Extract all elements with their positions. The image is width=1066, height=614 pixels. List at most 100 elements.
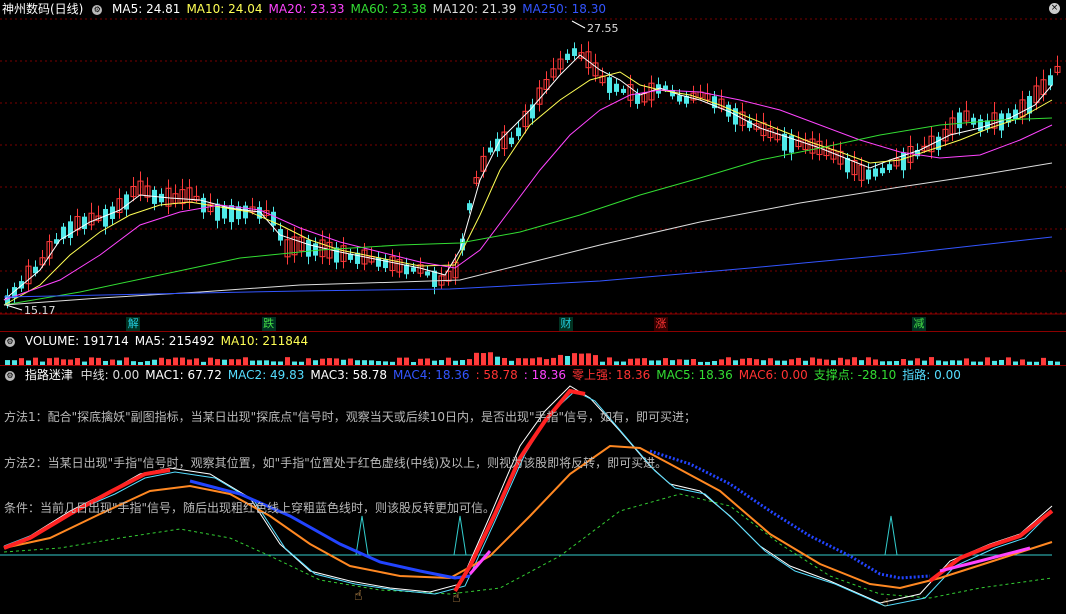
candle-body — [957, 112, 962, 129]
candle-body — [82, 216, 87, 230]
volume-bar — [915, 358, 920, 365]
volume-bar — [19, 358, 24, 365]
volume-bar — [929, 357, 934, 365]
volume-bar — [579, 353, 584, 365]
volume-bar — [187, 359, 192, 365]
volume-bar — [68, 359, 73, 365]
volume-bar — [145, 361, 150, 365]
volume-bar — [621, 361, 626, 365]
volume-bar — [824, 359, 829, 365]
volume-bar — [523, 358, 528, 365]
volume-bar — [873, 359, 878, 365]
volume-bar — [971, 361, 976, 365]
volume-bar — [593, 355, 598, 365]
volume-bar — [229, 359, 234, 365]
volume-bar — [530, 358, 535, 365]
indicator-chart[interactable] — [0, 366, 1066, 614]
volume-bar — [194, 358, 199, 365]
volume-bar — [551, 357, 556, 365]
volume-bar — [544, 359, 549, 365]
volume-bar — [411, 361, 416, 365]
volume-bar — [831, 360, 836, 365]
gear-icon[interactable]: ⚙ — [5, 370, 15, 381]
volume-bar — [1027, 361, 1032, 365]
volume-bar — [978, 361, 983, 365]
volume-bar — [439, 360, 444, 365]
volume-legend: VOLUME: 191714 MA5: 215492 MA10: 211844 — [25, 334, 314, 348]
indicator-legend-item-7: 零上强: 18.36 — [572, 368, 651, 382]
candle-body — [887, 164, 892, 171]
price-panel[interactable]: 神州数码(日线) ⚙ MA5: 24.81 MA10: 24.04 MA20: 23… — [0, 0, 1066, 332]
volume-bar — [992, 360, 997, 365]
volume-bar — [313, 360, 318, 365]
method-2-note: 方法2：当某日出现"手指"信号时，观察其位置，如"手指"位置处于红色虚线(中线)… — [4, 456, 668, 470]
volume-bar — [663, 358, 668, 365]
close-icon[interactable]: × — [1049, 3, 1060, 14]
condition-note: 条件：当前几日出现"手指"信号，随后出现粗红色线上穿粗蓝色线时，则该股反转更加可… — [4, 501, 496, 515]
volume-bar — [859, 360, 864, 365]
volume-bar — [642, 358, 647, 365]
volume-bar — [943, 361, 948, 365]
candle-body — [236, 206, 241, 220]
volume-bar — [691, 358, 696, 365]
volume-bar — [208, 357, 213, 365]
volume-bar — [390, 361, 395, 365]
volume-bar — [103, 360, 108, 365]
volume-bar — [96, 357, 101, 365]
volume-bar — [75, 358, 80, 365]
candle-body — [432, 270, 437, 287]
volume-bar — [698, 361, 703, 365]
ma-legend-item-4: MA120: 21.39 — [432, 2, 517, 16]
volume-bar — [649, 360, 654, 365]
volume-bar — [26, 360, 31, 365]
volume-bar — [670, 360, 675, 365]
volume-bar — [243, 357, 248, 365]
price-chart[interactable]: 27.55 15.17 — [0, 0, 1066, 331]
volume-bar — [355, 360, 360, 365]
indicator-panel[interactable]: ⚙ 指路迷津 中线: 0.00 MAC1: 67.72 MAC2: 49.83 MAC… — [0, 366, 1066, 614]
volume-bar — [509, 360, 514, 365]
volume-bar — [215, 359, 220, 365]
volume-bar — [789, 359, 794, 365]
candle-body — [68, 221, 73, 238]
ma250-line — [3, 236, 1053, 298]
volume-bar — [1055, 361, 1060, 365]
volume-bar — [516, 358, 521, 365]
volume-bar — [166, 359, 171, 365]
price-header: 神州数码(日线) ⚙ MA5: 24.81 MA10: 24.04 MA20: 23… — [2, 0, 618, 18]
candle-body — [572, 48, 577, 56]
volume-bar — [950, 360, 955, 365]
candle-body — [488, 147, 493, 153]
volume-bar — [985, 357, 990, 365]
volume-bar — [327, 358, 332, 365]
ma120-line — [3, 162, 1053, 306]
volume-bar — [89, 357, 94, 365]
volume-bar — [684, 359, 689, 365]
candle-body — [999, 113, 1004, 131]
pointing-hand-icon: ☝ — [882, 596, 889, 609]
volume-panel[interactable]: ⚙ VOLUME: 191714 MA5: 215492 MA10: 211844 — [0, 332, 1066, 366]
volume-bar — [705, 361, 710, 365]
gear-icon[interactable]: ⚙ — [5, 336, 15, 347]
volume-bar — [40, 361, 45, 365]
gear-icon[interactable]: ⚙ — [92, 4, 103, 15]
candle-body — [516, 127, 521, 137]
spike-signal — [884, 515, 898, 556]
signal-marker-4: 减 — [911, 317, 926, 331]
volume-bar — [838, 357, 843, 365]
volume-bar — [957, 360, 962, 365]
volume-bar — [278, 361, 283, 365]
volume-bar — [117, 360, 122, 365]
indicator-name: 指路迷津 — [24, 368, 73, 382]
candle-body — [607, 77, 612, 93]
volume-bar — [236, 359, 241, 365]
volume-bar — [201, 361, 206, 365]
volume-bar — [341, 359, 346, 365]
volume-bar — [481, 353, 486, 365]
volume-bar — [761, 360, 766, 365]
volume-bar — [82, 361, 87, 365]
volume-bar — [810, 357, 815, 365]
volume-bar — [782, 360, 787, 365]
indicator-legend-item-10: 支撑点: -28.10 — [813, 368, 897, 382]
volume-bar — [460, 360, 465, 365]
